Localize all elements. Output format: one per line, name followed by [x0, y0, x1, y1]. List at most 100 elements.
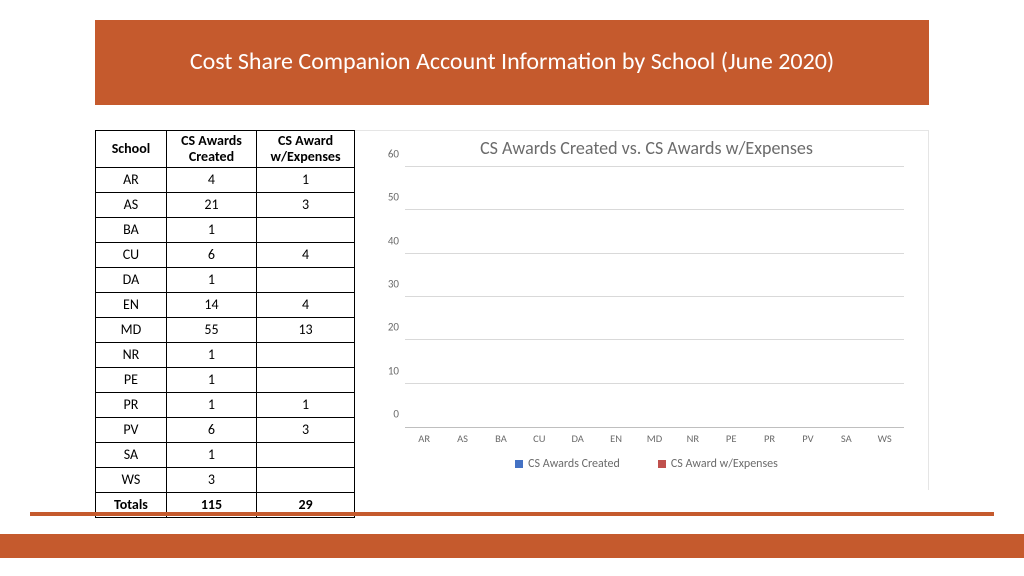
- table-cell: 4: [257, 243, 355, 268]
- table-header-row: School CS Awards Created CS Award w/Expe…: [96, 131, 355, 168]
- grid-line: [405, 339, 904, 340]
- y-tick-label: 40: [377, 234, 399, 247]
- table-cell: 1: [166, 393, 256, 418]
- table-cell: 4: [166, 168, 256, 193]
- chart-x-axis: AR AS BA CU DA EN MD NR PE PR PV SA WS: [405, 428, 904, 445]
- table-cell: 6: [166, 418, 256, 443]
- col-created: CS Awards Created: [166, 131, 256, 168]
- data-table-wrap: School CS Awards Created CS Award w/Expe…: [95, 130, 355, 490]
- table-row: PV63: [96, 418, 355, 443]
- table-cell: 1: [166, 268, 256, 293]
- table-cell: CU: [96, 243, 167, 268]
- col-school: School: [96, 131, 167, 168]
- content-area: School CS Awards Created CS Award w/Expe…: [95, 130, 929, 490]
- table-cell: [257, 343, 355, 368]
- table-cell: PR: [96, 393, 167, 418]
- y-tick-label: 50: [377, 191, 399, 204]
- data-table: School CS Awards Created CS Award w/Expe…: [95, 130, 355, 518]
- x-tick-label: AR: [409, 428, 439, 445]
- y-tick-label: 60: [377, 148, 399, 161]
- table-cell: 1: [257, 168, 355, 193]
- footer-accent-thick: [0, 534, 1024, 558]
- table-cell: [257, 468, 355, 493]
- table-row: BA1: [96, 218, 355, 243]
- x-tick-label: DA: [563, 428, 593, 445]
- grid-line: [405, 296, 904, 297]
- table-cell: [257, 218, 355, 243]
- x-tick-label: CU: [524, 428, 554, 445]
- table-row: PE1: [96, 368, 355, 393]
- chart-plot-area: 0102030405060: [405, 167, 904, 428]
- table-cell: 14: [166, 293, 256, 318]
- y-tick-label: 10: [377, 364, 399, 377]
- x-tick-label: NR: [678, 428, 708, 445]
- table-cell: PV: [96, 418, 167, 443]
- table-cell: 1: [257, 393, 355, 418]
- chart-legend: CS Awards Created CS Award w/Expenses: [383, 445, 910, 471]
- table-cell: 1: [166, 443, 256, 468]
- chart-title: CS Awards Created vs. CS Awards w/Expens…: [383, 137, 910, 159]
- col-expenses: CS Award w/Expenses: [257, 131, 355, 168]
- table-cell: 1: [166, 343, 256, 368]
- table-cell: MD: [96, 318, 167, 343]
- grid-line: [405, 253, 904, 254]
- footer-accent-thin: [30, 512, 994, 516]
- grid-line: [405, 166, 904, 167]
- table-row: DA1: [96, 268, 355, 293]
- table-row: CU64: [96, 243, 355, 268]
- table-row: PR11: [96, 393, 355, 418]
- table-row: MD5513: [96, 318, 355, 343]
- table-cell: 3: [257, 193, 355, 218]
- x-tick-label: PE: [716, 428, 746, 445]
- table-cell: 4: [257, 293, 355, 318]
- table-cell: 6: [166, 243, 256, 268]
- table-row: AS213: [96, 193, 355, 218]
- table-cell: PE: [96, 368, 167, 393]
- table-cell: EN: [96, 293, 167, 318]
- legend-label: CS Award w/Expenses: [671, 457, 778, 471]
- x-tick-label: AS: [448, 428, 478, 445]
- table-cell: [257, 368, 355, 393]
- table-cell: 21: [166, 193, 256, 218]
- table-cell: [257, 443, 355, 468]
- y-tick-label: 0: [377, 408, 399, 421]
- table-cell: 1: [166, 368, 256, 393]
- table-cell: SA: [96, 443, 167, 468]
- x-tick-label: SA: [831, 428, 861, 445]
- table-cell: [257, 268, 355, 293]
- slide-title-text: Cost Share Companion Account Information…: [190, 46, 834, 78]
- chart-container: CS Awards Created vs. CS Awards w/Expens…: [355, 130, 929, 490]
- x-tick-label: MD: [639, 428, 669, 445]
- table-cell: 13: [257, 318, 355, 343]
- grid-line: [405, 383, 904, 384]
- table-cell: AS: [96, 193, 167, 218]
- table-cell: 1: [166, 218, 256, 243]
- table-cell: 3: [257, 418, 355, 443]
- table-cell: WS: [96, 468, 167, 493]
- x-tick-label: EN: [601, 428, 631, 445]
- table-row: NR1: [96, 343, 355, 368]
- table-row: WS3: [96, 468, 355, 493]
- grid-line: [405, 209, 904, 210]
- legend-item: CS Awards Created: [515, 457, 620, 471]
- y-tick-label: 30: [377, 278, 399, 291]
- legend-label: CS Awards Created: [528, 457, 620, 471]
- x-tick-label: WS: [870, 428, 900, 445]
- legend-item: CS Award w/Expenses: [658, 457, 778, 471]
- slide-title-banner: Cost Share Companion Account Information…: [95, 20, 929, 105]
- table-row: AR41: [96, 168, 355, 193]
- legend-swatch: [515, 460, 523, 468]
- x-tick-label: PV: [793, 428, 823, 445]
- chart-bars: [405, 167, 904, 427]
- x-tick-label: PR: [755, 428, 785, 445]
- table-cell: DA: [96, 268, 167, 293]
- table-cell: 55: [166, 318, 256, 343]
- legend-swatch: [658, 460, 666, 468]
- table-row: EN144: [96, 293, 355, 318]
- table-cell: AR: [96, 168, 167, 193]
- table-cell: BA: [96, 218, 167, 243]
- x-tick-label: BA: [486, 428, 516, 445]
- table-row: SA1: [96, 443, 355, 468]
- table-cell: 3: [166, 468, 256, 493]
- table-cell: NR: [96, 343, 167, 368]
